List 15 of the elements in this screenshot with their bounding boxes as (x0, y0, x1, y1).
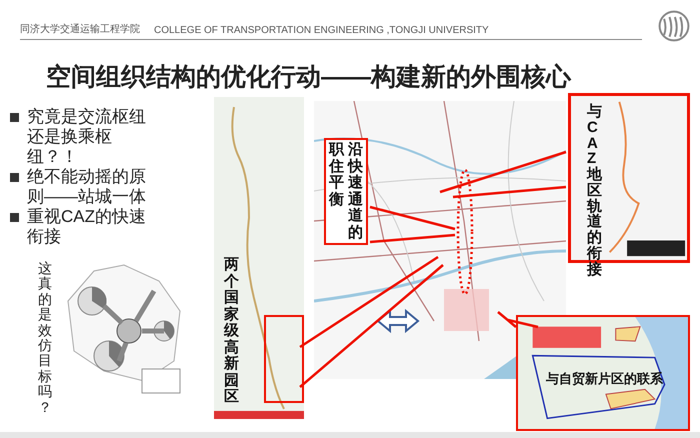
corridor-label: 沿快速通道的 (348, 142, 363, 241)
school-name-english: COLLEGE OF TRANSPORTATION ENGINEERING ,TONGJI UNIVERSITY (154, 25, 489, 36)
caz-label: 与CAZ地区轨道的衔接 (587, 104, 602, 278)
bullet-icon (10, 113, 19, 122)
parks-label: 两个国家级高新园区 (224, 257, 239, 406)
bullet-icon (10, 173, 19, 182)
bullet-text: 重视CAZ的快速衔接 (27, 207, 147, 247)
bullet-text: 绝不能动摇的原则——站城一体 (27, 167, 147, 207)
bullet-icon (10, 213, 19, 222)
bullet-text: 究竟是交流枢纽还是换乘枢纽？！ (27, 107, 147, 167)
slide-title: 空间组织结构的优化行动——构建新的外围核心 (46, 62, 572, 93)
corridor-label: 职住平衡 (329, 142, 344, 210)
school-name: 同济大学交通运输工程学院 (20, 22, 140, 36)
side-question: 这真的是效仿目标吗？ (38, 261, 53, 417)
university-logo-icon (656, 8, 692, 44)
